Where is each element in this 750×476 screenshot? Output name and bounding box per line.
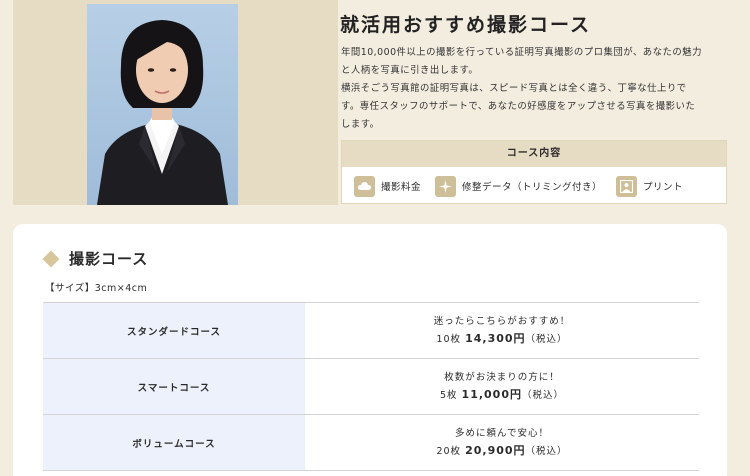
plan-price: 14,300円 xyxy=(465,332,526,345)
plan-count: 10枚 xyxy=(436,334,462,345)
section-title: 撮影コース xyxy=(69,250,149,268)
plan-count: 5枚 xyxy=(439,390,458,401)
section-heading: 撮影コース xyxy=(42,248,149,269)
plan-price-line: 20枚 20,900円（税込） xyxy=(305,442,699,460)
table-row: スマートコース 枚数がお決まりの方に！ 5枚 11,000円（税込） xyxy=(43,358,699,415)
intro-line: す。専任スタッフのサポートで、あなたの好感度をアップさせる写真を撮影いた xyxy=(341,101,696,112)
intro-line: と人柄を写真に引き出します。 xyxy=(341,65,479,76)
course-item-print: プリント xyxy=(616,175,684,197)
plan-tax-note: （税込） xyxy=(522,390,565,401)
table-row: ボリュームコース 多めに頼んで安心！ 20枚 20,900円（税込） xyxy=(43,414,699,471)
plan-price: 11,000円 xyxy=(461,388,522,401)
plan-tagline: 多めに頼んで安心！ xyxy=(454,428,550,439)
plan-tax-note: （税込） xyxy=(525,446,568,457)
hero-section: 就活用おすすめ撮影コース 年間10,000件以上の撮影を行っている証明写真撮影の… xyxy=(0,0,750,215)
plan-price-line: 10枚 14,300円（税込） xyxy=(305,330,699,348)
intro-line: 横浜そごう写真館の証明写真は、スピード写真とは全く違う、丁寧な仕上りで xyxy=(341,83,687,94)
plan-price-line: 5枚 11,000円（税込） xyxy=(305,386,699,404)
intro-line: 年間10,000件以上の撮影を行っている証明写真撮影のプロ集団が、あなたの魅力 xyxy=(341,47,703,58)
table-row: スタンダードコース 迷ったらこちらがおすすめ！ 10枚 14,300円（税込） xyxy=(43,302,699,359)
diamond-bullet-icon xyxy=(42,250,60,267)
course-contents-box: コース内容 撮影料金 修整データ（トリミング付き） プリント xyxy=(341,140,727,204)
plan-price: 20,900円 xyxy=(465,444,526,457)
course-item-label: プリント xyxy=(643,182,684,193)
intro-description: 年間10,000件以上の撮影を行っている証明写真撮影のプロ集団が、あなたの魅力 … xyxy=(341,44,736,134)
cloud-icon xyxy=(354,175,375,197)
plan-tagline: 迷ったらこちらがおすすめ！ xyxy=(433,316,571,327)
plan-details: 枚数がお決まりの方に！ 5枚 11,000円（税込） xyxy=(305,358,699,415)
plan-details: 迷ったらこちらがおすすめ！ 10枚 14,300円（税込） xyxy=(305,302,699,359)
plan-name: スタンダードコース xyxy=(43,302,305,359)
plan-name: スマートコース xyxy=(43,358,305,415)
sparkle-icon xyxy=(435,175,457,197)
portrait-illustration xyxy=(97,20,228,205)
photo-size-label: 【サイズ】3cm×4cm xyxy=(45,283,148,294)
plan-name: ボリュームコース xyxy=(43,414,305,471)
page-title: 就活用おすすめ撮影コース xyxy=(340,14,592,36)
sample-portrait-photo xyxy=(87,4,238,205)
plans-table: スタンダードコース 迷ったらこちらがおすすめ！ 10枚 14,300円（税込） … xyxy=(43,302,699,471)
shooting-course-panel: 撮影コース 【サイズ】3cm×4cm スタンダードコース 迷ったらこちらがおすす… xyxy=(13,224,727,476)
plan-tagline: 枚数がお決まりの方に！ xyxy=(444,372,560,383)
intro-line: します。 xyxy=(341,119,380,130)
course-contents-list: 撮影料金 修整データ（トリミング付き） プリント xyxy=(342,167,726,205)
course-item-label: 修整データ（トリミング付き） xyxy=(462,182,603,193)
course-contents-title: コース内容 xyxy=(342,141,726,167)
plan-details: 多めに頼んで安心！ 20枚 20,900円（税込） xyxy=(305,414,699,471)
course-item-shooting-fee: 撮影料金 xyxy=(354,175,422,197)
course-item-label: 撮影料金 xyxy=(381,182,422,193)
portrait-print-icon xyxy=(616,175,638,197)
plan-count: 20枚 xyxy=(436,446,462,457)
course-item-retouch-data: 修整データ（トリミング付き） xyxy=(435,175,603,197)
plan-tax-note: （税込） xyxy=(525,334,568,345)
